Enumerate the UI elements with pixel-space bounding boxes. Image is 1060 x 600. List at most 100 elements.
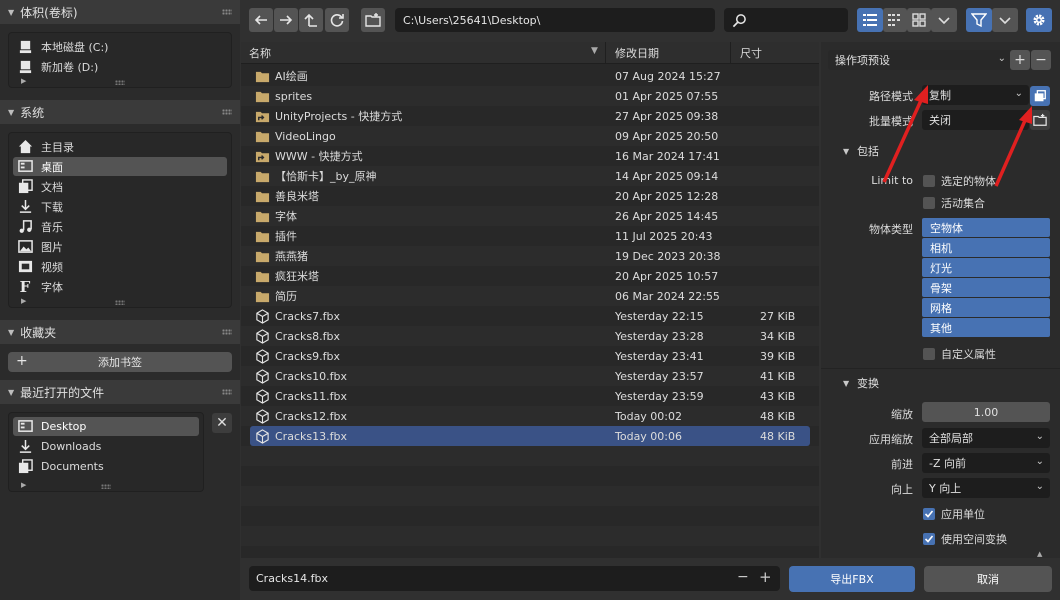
- embed-textures-toggle[interactable]: [1030, 86, 1050, 106]
- system-item-videos[interactable]: 视频: [13, 257, 227, 276]
- clear-recent-button[interactable]: ✕: [212, 413, 232, 433]
- drag-grip-icon[interactable]: [222, 389, 232, 395]
- row-stripe: [241, 266, 819, 286]
- resize-grip-icon[interactable]: [115, 300, 125, 305]
- path-field[interactable]: C:\Users\25641\Desktop\: [395, 8, 715, 32]
- system-item-fonts[interactable]: F 字体: [13, 277, 227, 296]
- system-item-home[interactable]: 主目录: [13, 137, 227, 156]
- batch-mode-dropdown[interactable]: 关闭: [922, 110, 1029, 130]
- back-button[interactable]: [249, 8, 273, 32]
- file-row[interactable]: Cracks13.fbx Today 00:06 48 KiB: [241, 426, 819, 446]
- object-type-mesh[interactable]: 网格: [922, 298, 1050, 317]
- batch-own-dir-toggle[interactable]: [1030, 110, 1050, 130]
- settings-button[interactable]: [1026, 8, 1052, 32]
- scale-field[interactable]: 1.00: [922, 402, 1050, 422]
- file-row[interactable]: Cracks10.fbx Yesterday 23:57 41 KiB: [241, 366, 819, 386]
- drag-grip-icon[interactable]: [222, 9, 232, 15]
- file-row[interactable]: 【恰斯卡】_by_原神 14 Apr 2025 09:14: [241, 166, 819, 186]
- file-row[interactable]: Cracks11.fbx Yesterday 23:59 43 KiB: [241, 386, 819, 406]
- file-row[interactable]: 疯狂米塔 20 Apr 2025 10:57: [241, 266, 819, 286]
- recent-item-downloads[interactable]: Downloads: [13, 437, 199, 456]
- selected-objects-checkbox[interactable]: 选定的物体: [923, 173, 996, 189]
- object-type-other[interactable]: 其他: [922, 318, 1050, 337]
- file-row[interactable]: VideoLingo 09 Apr 2025 20:50: [241, 126, 819, 146]
- new-folder-button[interactable]: [361, 8, 385, 32]
- file-row[interactable]: 简历 06 Mar 2024 22:55: [241, 286, 819, 306]
- add-preset-button[interactable]: +: [1010, 50, 1030, 70]
- file-row[interactable]: UnityProjects - 快捷方式 27 Apr 2025 09:38: [241, 106, 819, 126]
- increment-filename-button[interactable]: +: [759, 568, 772, 586]
- file-row[interactable]: Cracks12.fbx Today 00:02 48 KiB: [241, 406, 819, 426]
- column-name-header[interactable]: 名称 ▼: [241, 42, 606, 64]
- display-list-vertical-button[interactable]: [857, 8, 883, 32]
- recent-item-desktop[interactable]: Desktop: [13, 417, 199, 436]
- expand-triangle-icon[interactable]: ▶: [21, 297, 26, 305]
- resize-grip-icon[interactable]: [101, 484, 111, 489]
- system-item-documents[interactable]: 文档: [13, 177, 227, 196]
- file-row[interactable]: Cracks7.fbx Yesterday 22:15 27 KiB: [241, 306, 819, 326]
- display-settings-dropdown[interactable]: [931, 8, 957, 32]
- drag-grip-icon[interactable]: [222, 109, 232, 115]
- forward-button[interactable]: [274, 8, 298, 32]
- recent-panel-header[interactable]: ▼ 最近打开的文件: [0, 380, 240, 404]
- object-type-camera[interactable]: 相机: [922, 238, 1050, 257]
- system-item-images[interactable]: 图片: [13, 237, 227, 256]
- add-bookmark-button[interactable]: + 添加书签: [8, 352, 232, 372]
- include-section-header[interactable]: ▼ 包括: [821, 140, 1060, 162]
- export-fbx-button[interactable]: 导出FBX: [789, 566, 915, 592]
- object-type-empty[interactable]: 空物体: [922, 218, 1050, 237]
- download-icon: [17, 439, 33, 455]
- volumes-panel-header[interactable]: ▼ 体积(卷标): [0, 0, 240, 24]
- parent-directory-button[interactable]: [299, 8, 323, 32]
- drag-grip-icon[interactable]: [222, 329, 232, 335]
- column-date-header[interactable]: 修改日期: [607, 42, 731, 64]
- filter-settings-dropdown[interactable]: [992, 8, 1018, 32]
- system-item-desktop[interactable]: 桌面: [13, 157, 227, 176]
- up-axis-dropdown[interactable]: Y 向上 ⌄: [922, 478, 1050, 498]
- apply-scale-dropdown[interactable]: 全部局部 ⌄: [922, 428, 1050, 448]
- volume-item-c[interactable]: 本地磁盘 (C:): [13, 37, 227, 56]
- file-row[interactable]: Cracks8.fbx Yesterday 23:28 34 KiB: [241, 326, 819, 346]
- system-panel-header[interactable]: ▼ 系统: [0, 100, 240, 124]
- forward-axis-dropdown[interactable]: -Z 向前 ⌄: [922, 453, 1050, 473]
- volume-item-d[interactable]: 新加卷 (D:): [13, 57, 227, 76]
- filename-input[interactable]: Cracks14.fbx − +: [249, 566, 780, 591]
- system-item-downloads[interactable]: 下载: [13, 197, 227, 216]
- filter-toggle-button[interactable]: [966, 8, 992, 32]
- file-row[interactable]: 插件 11 Jul 2025 20:43: [241, 226, 819, 246]
- display-list-horizontal-button[interactable]: [883, 8, 907, 32]
- column-size-header[interactable]: 尺寸: [732, 42, 819, 64]
- mesh-cube-icon: [253, 328, 271, 344]
- system-item-music[interactable]: 音乐: [13, 217, 227, 236]
- operator-presets-dropdown[interactable]: 操作项预设 ⌄: [828, 50, 1012, 70]
- refresh-button[interactable]: [325, 8, 349, 32]
- file-row[interactable]: 字体 26 Apr 2025 14:45: [241, 206, 819, 226]
- custom-properties-checkbox[interactable]: 自定义属性: [923, 346, 996, 362]
- grid-icon: [911, 12, 927, 28]
- resize-grip-icon[interactable]: [115, 80, 125, 85]
- file-row[interactable]: Cracks9.fbx Yesterday 23:41 39 KiB: [241, 346, 819, 366]
- path-mode-dropdown[interactable]: 复制 ⌄: [922, 85, 1029, 105]
- decrement-filename-button[interactable]: −: [737, 569, 749, 585]
- expand-triangle-icon[interactable]: ▶: [21, 77, 26, 85]
- remove-preset-button[interactable]: −: [1031, 50, 1051, 70]
- use-space-transform-checkbox[interactable]: 使用空间变换: [923, 531, 1007, 547]
- search-input[interactable]: [724, 8, 848, 32]
- expand-triangle-icon[interactable]: ▶: [21, 481, 26, 489]
- file-row[interactable]: sprites 01 Apr 2025 07:55: [241, 86, 819, 106]
- object-type-light[interactable]: 灯光: [922, 258, 1050, 277]
- object-type-armature[interactable]: 骨架: [922, 278, 1050, 297]
- active-collection-checkbox[interactable]: 活动集合: [923, 195, 985, 211]
- file-row[interactable]: 燕燕猪 19 Dec 2023 20:38: [241, 246, 819, 266]
- scroll-up-triangle-icon[interactable]: ▲: [1037, 550, 1042, 558]
- apply-unit-checkbox[interactable]: 应用单位: [923, 506, 985, 522]
- display-thumbnails-button[interactable]: [907, 8, 931, 32]
- chevron-down-icon: ⌄: [1035, 456, 1044, 467]
- file-row[interactable]: WWW - 快捷方式 16 Mar 2024 17:41: [241, 146, 819, 166]
- bookmarks-panel-header[interactable]: ▼ 收藏夹: [0, 320, 240, 344]
- file-row[interactable]: AI绘画 07 Aug 2024 15:27: [241, 66, 819, 86]
- cancel-button[interactable]: 取消: [924, 566, 1052, 592]
- recent-item-documents[interactable]: Documents: [13, 457, 199, 476]
- file-row[interactable]: 善良米塔 20 Apr 2025 12:28: [241, 186, 819, 206]
- transform-section-header[interactable]: ▼ 变换: [821, 372, 1060, 394]
